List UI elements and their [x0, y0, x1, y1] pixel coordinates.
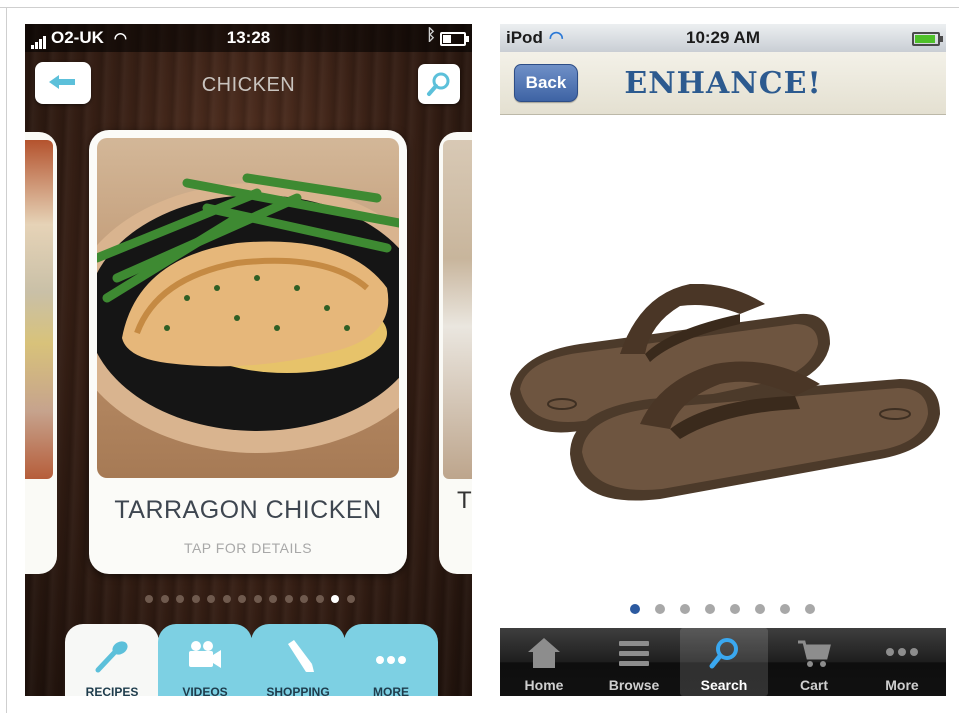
cart-icon	[798, 640, 831, 667]
tab-label: Home	[524, 677, 564, 693]
recipe-card[interactable]: TARRAGON CHICKEN TAP FOR DETAILS	[89, 130, 407, 574]
next-recipe-card[interactable]: T	[439, 132, 472, 574]
magnifier-icon	[709, 638, 738, 669]
tab-shopping[interactable]: SHOPPING	[251, 624, 345, 696]
tab-browse[interactable]: Browse	[590, 628, 678, 696]
page-dot[interactable]	[160, 595, 169, 603]
tab-label: Search	[700, 677, 748, 693]
tab-label: More	[885, 677, 919, 693]
page-dot[interactable]	[780, 604, 790, 614]
page-dot[interactable]	[238, 595, 246, 603]
video-camera-icon	[189, 641, 221, 668]
search-button[interactable]	[418, 64, 460, 104]
tab-label: VIDEOS	[182, 685, 228, 696]
page-dot[interactable]	[805, 604, 815, 614]
battery-icon	[440, 32, 469, 46]
tab-more[interactable]: More	[858, 628, 946, 696]
frame-top-line	[0, 7, 959, 8]
page-dot[interactable]	[730, 604, 740, 614]
shop-app-screen: iPod ◠ 10:29 AM Back ENHANCE! Home Brows…	[500, 24, 946, 696]
page-dot[interactable]	[191, 595, 200, 603]
page-dot[interactable]	[680, 604, 690, 614]
tab-more[interactable]: MORE	[344, 624, 438, 696]
previous-recipe-card[interactable]	[25, 132, 57, 574]
page-dot[interactable]	[331, 595, 339, 603]
recipe-title: TARRAGON CHICKEN	[114, 496, 382, 524]
frame-left-line	[6, 7, 7, 713]
page-dot[interactable]	[284, 595, 293, 603]
page-title: CHICKEN	[201, 74, 296, 96]
tab-search[interactable]: Search	[680, 628, 768, 696]
tab-label: SHOPPING	[266, 685, 330, 696]
page-dot[interactable]	[207, 595, 215, 603]
recipe-photo	[97, 138, 399, 478]
page-dot[interactable]	[269, 595, 277, 603]
tab-home[interactable]: Home	[500, 628, 588, 696]
previous-recipe-photo	[25, 140, 53, 479]
page-dot[interactable]	[655, 604, 665, 614]
tap-for-details-hint: TAP FOR DETAILS	[183, 540, 313, 556]
tab-recipes[interactable]: RECIPES	[65, 624, 159, 696]
recipe-app-screen: O2-UK ◠ 13:28 ᛒ CHICKEN TARRAGON CHICKEN…	[25, 24, 472, 696]
tab-videos[interactable]: VIDEOS	[158, 624, 252, 696]
tab-bar: Home Browse Search Cart More	[500, 628, 946, 696]
tab-cart[interactable]: Cart	[770, 628, 858, 696]
page-dot[interactable]	[755, 604, 765, 614]
status-bar: O2-UK ◠ 13:28 ᛒ	[25, 24, 472, 52]
page-dot[interactable]	[346, 595, 355, 603]
app-title: ENHANCE!	[624, 66, 822, 101]
tab-label: Browse	[608, 677, 660, 693]
list-icon	[619, 641, 649, 666]
tab-label: Cart	[799, 677, 828, 693]
bluetooth-icon: ᛒ	[426, 27, 436, 44]
status-bar: iPod ◠ 10:29 AM	[500, 24, 946, 52]
page-dot[interactable]	[300, 595, 308, 603]
page-dot[interactable]	[315, 595, 324, 603]
house-icon	[528, 638, 560, 668]
pencil-icon	[288, 640, 314, 672]
page-dot[interactable]	[145, 595, 153, 603]
magnifier-icon	[427, 72, 450, 96]
tab-label: MORE	[373, 685, 409, 696]
navigation-bar: Back ENHANCE!	[500, 52, 946, 115]
page-dot[interactable]	[222, 595, 231, 603]
status-time: 10:29 AM	[685, 28, 760, 47]
page-dot[interactable]	[705, 604, 715, 614]
page-dot[interactable]	[630, 604, 640, 614]
spoon-icon	[95, 641, 128, 673]
more-dots-icon	[376, 656, 406, 664]
next-recipe-title-peek: T	[457, 487, 472, 514]
status-time: 13:28	[226, 28, 271, 47]
tab-label: RECIPES	[85, 685, 139, 696]
page-dot[interactable]	[253, 595, 262, 603]
battery-icon	[912, 32, 943, 46]
page-dot[interactable]	[176, 595, 184, 603]
next-recipe-photo	[443, 140, 472, 479]
product-image[interactable]	[500, 284, 946, 554]
more-dots-icon	[886, 648, 918, 656]
